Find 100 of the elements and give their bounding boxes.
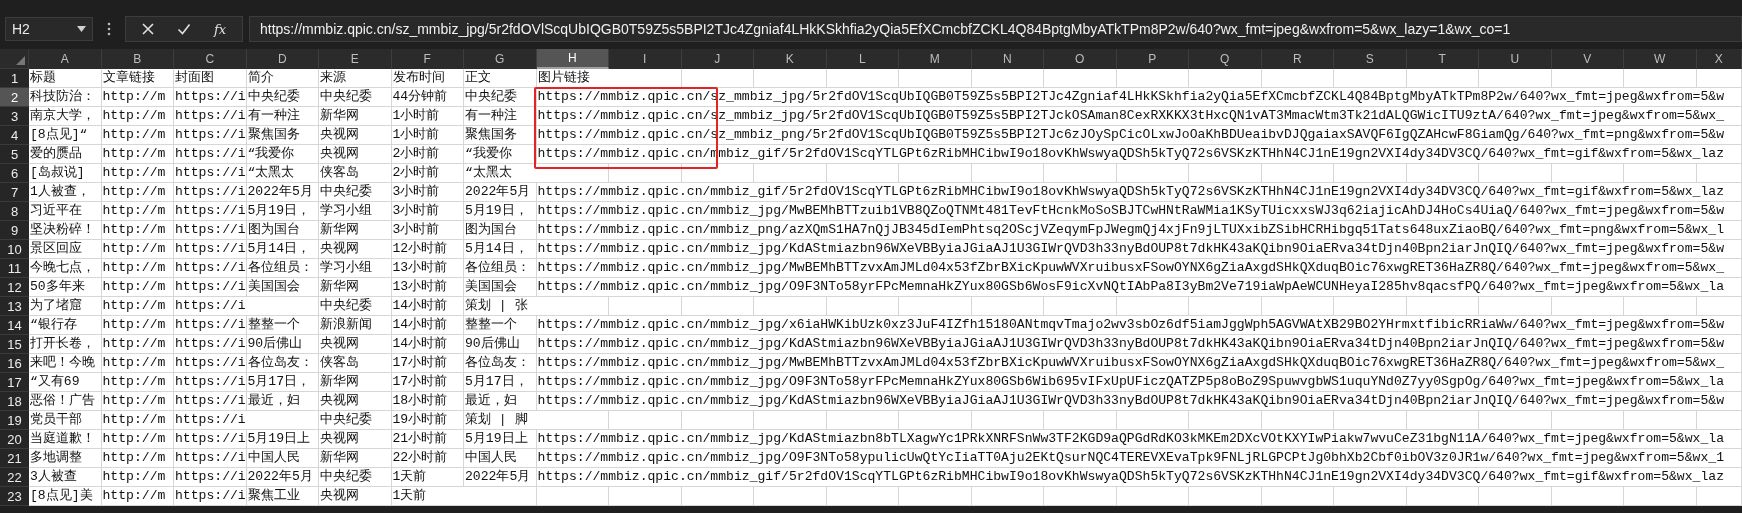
table-cell: http://m bbox=[101, 202, 174, 221]
column-header[interactable]: G bbox=[464, 49, 537, 69]
column-header[interactable]: A bbox=[29, 49, 102, 69]
table-cell: https://i bbox=[174, 126, 247, 145]
table-cell: http://m bbox=[101, 126, 174, 145]
row-header[interactable]: 16 bbox=[0, 354, 29, 373]
table-cell: http://m bbox=[101, 392, 174, 411]
table-cell: http://m bbox=[101, 88, 174, 107]
column-header[interactable]: M bbox=[899, 49, 972, 69]
table-cell: 3小时前 bbox=[391, 183, 464, 202]
table-cell: https://i bbox=[174, 392, 247, 411]
table-cell: 爱的赝品 bbox=[29, 145, 102, 164]
row-header[interactable]: 4 bbox=[0, 126, 29, 145]
row-header[interactable]: 2 bbox=[0, 88, 29, 107]
dropdown-caret-icon bbox=[77, 26, 86, 32]
table-cell: 新华网 bbox=[319, 221, 392, 240]
row-header[interactable]: 18 bbox=[0, 392, 29, 411]
table-cell: 19小时前 bbox=[391, 411, 464, 430]
column-header[interactable]: P bbox=[1116, 49, 1189, 69]
row-header[interactable]: 17 bbox=[0, 373, 29, 392]
column-header[interactable]: U bbox=[1479, 49, 1552, 69]
column-header[interactable]: R bbox=[1261, 49, 1334, 69]
table-cell: 坚决粉碎！ bbox=[29, 221, 102, 240]
row-header[interactable]: 22 bbox=[0, 468, 29, 487]
table-cell: https://i bbox=[174, 373, 247, 392]
row-header[interactable]: 1 bbox=[0, 69, 29, 88]
row-header[interactable]: 23 bbox=[0, 487, 29, 506]
table-cell: https://i bbox=[174, 164, 247, 183]
row-header[interactable]: 6 bbox=[0, 164, 29, 183]
table-cell: 央视网 bbox=[319, 487, 392, 506]
table-cell: http://m bbox=[101, 221, 174, 240]
table-cell: 18小时前 bbox=[391, 392, 464, 411]
row-header[interactable]: 9 bbox=[0, 221, 29, 240]
table-cell: http://m bbox=[101, 487, 174, 506]
table-cell: https://i bbox=[174, 221, 247, 240]
table-cell: 中央纪委 bbox=[319, 88, 392, 107]
table-cell: 各位岛友： bbox=[464, 354, 537, 373]
row-header[interactable]: 13 bbox=[0, 297, 29, 316]
row-header[interactable]: 12 bbox=[0, 278, 29, 297]
table-cell: “太黑太 bbox=[464, 164, 609, 183]
table-cell: 当庭道歉！ bbox=[29, 430, 102, 449]
column-header[interactable]: D bbox=[246, 49, 319, 69]
table-cell: http://m bbox=[101, 145, 174, 164]
column-header[interactable]: B bbox=[101, 49, 174, 69]
column-header[interactable]: F bbox=[391, 49, 464, 69]
table-cell: https://i bbox=[174, 202, 247, 221]
column-header[interactable]: W bbox=[1624, 49, 1697, 69]
table-cell: 中央纪委 bbox=[246, 88, 319, 107]
table-cell: 5月17日， bbox=[464, 373, 537, 392]
table-cell: 新华网 bbox=[319, 449, 392, 468]
column-header[interactable]: T bbox=[1406, 49, 1479, 69]
name-box[interactable]: H2 bbox=[5, 17, 93, 41]
table-cell: 图为国台 bbox=[464, 221, 537, 240]
table-cell: 发布时间 bbox=[391, 69, 464, 88]
column-header[interactable]: E bbox=[319, 49, 392, 69]
table-cell: 有一种注 bbox=[246, 107, 319, 126]
row-header[interactable]: 3 bbox=[0, 107, 29, 126]
table-cell: https://i bbox=[174, 430, 247, 449]
table-cell: 中央纪委 bbox=[464, 88, 537, 107]
column-header[interactable]: V bbox=[1551, 49, 1624, 69]
column-header[interactable]: I bbox=[609, 49, 682, 69]
row-header[interactable]: 19 bbox=[0, 411, 29, 430]
row-header[interactable]: 7 bbox=[0, 183, 29, 202]
table-cell: 景区回应 bbox=[29, 240, 102, 259]
column-header[interactable]: H bbox=[536, 49, 609, 69]
row-header[interactable]: 11 bbox=[0, 259, 29, 278]
table-cell: 12小时前 bbox=[391, 240, 464, 259]
row-header[interactable]: 10 bbox=[0, 240, 29, 259]
table-cell: https://i bbox=[174, 297, 319, 316]
row-header[interactable]: 14 bbox=[0, 316, 29, 335]
column-header[interactable]: J bbox=[681, 49, 754, 69]
select-all-button[interactable] bbox=[0, 49, 29, 69]
table-cell: https://mmbiz.qpic.cn/mmbiz_jpg/KdAStmiazbn96WXeVBByiaJGiaAJ1U3GIWrQVD3h33nyBdOUP8t7dkHK43aKQibn9OiaERva34tDjn40Bpn2iarJnQIQ/640?wx_fmt=jpeg&wxfrom=5&w bbox=[536, 240, 1742, 259]
table-cell: https://i bbox=[174, 487, 247, 506]
table-cell: 文章链接 bbox=[101, 69, 174, 88]
column-header[interactable]: S bbox=[1334, 49, 1407, 69]
table-cell bbox=[1696, 487, 1742, 506]
column-header[interactable]: X bbox=[1696, 49, 1742, 69]
column-header[interactable]: K bbox=[754, 49, 827, 69]
column-header[interactable]: L bbox=[826, 49, 899, 69]
row-header[interactable]: 15 bbox=[0, 335, 29, 354]
table-cell: https://mmbiz.qpic.cn/mmbiz_jpg/KdAStmiazbn96WXeVBByiaJGiaAJ1U3GIWrQVD3h33nyBdOUP8t7dkHK43aKQibn9OiaERva34tDjn40Bpn2iarJnQIQ/640?wx_fmt=jpeg&wxfrom=5&w bbox=[536, 335, 1742, 354]
checkmark-icon bbox=[177, 22, 191, 36]
row-header[interactable]: 5 bbox=[0, 145, 29, 164]
column-header[interactable]: Q bbox=[1189, 49, 1262, 69]
table-cell: 策划 | 脚 bbox=[464, 411, 609, 430]
table-cell: 1小时前 bbox=[391, 126, 464, 145]
column-header[interactable]: O bbox=[1044, 49, 1117, 69]
table-cell: 1天前 bbox=[391, 468, 464, 487]
row-header[interactable]: 21 bbox=[0, 449, 29, 468]
table-cell: http://m bbox=[101, 468, 174, 487]
formula-field[interactable]: https://mmbiz.qpic.cn/sz_mmbiz_jpg/5r2fdOVlScqUbIQGB0T59Z5s5BPI2TJc4Zgniaf4LHkKSkhfia2yQia5EfXCmcbfZCKL4Q84BptgMbyATkTPm8P2w/640?wx_fmt=jpeg&wxfrom=5&wx_lazy=1&wx_co=1 bbox=[249, 16, 1742, 42]
table-cell: 央视网 bbox=[319, 430, 392, 449]
table-cell: 各位岛友： bbox=[246, 354, 319, 373]
row-header[interactable]: 8 bbox=[0, 202, 29, 221]
column-header[interactable]: N bbox=[971, 49, 1044, 69]
column-header[interactable]: C bbox=[174, 49, 247, 69]
table-cell: 央视网 bbox=[319, 145, 392, 164]
table-cell: “银行存 bbox=[29, 316, 102, 335]
row-header[interactable]: 20 bbox=[0, 430, 29, 449]
